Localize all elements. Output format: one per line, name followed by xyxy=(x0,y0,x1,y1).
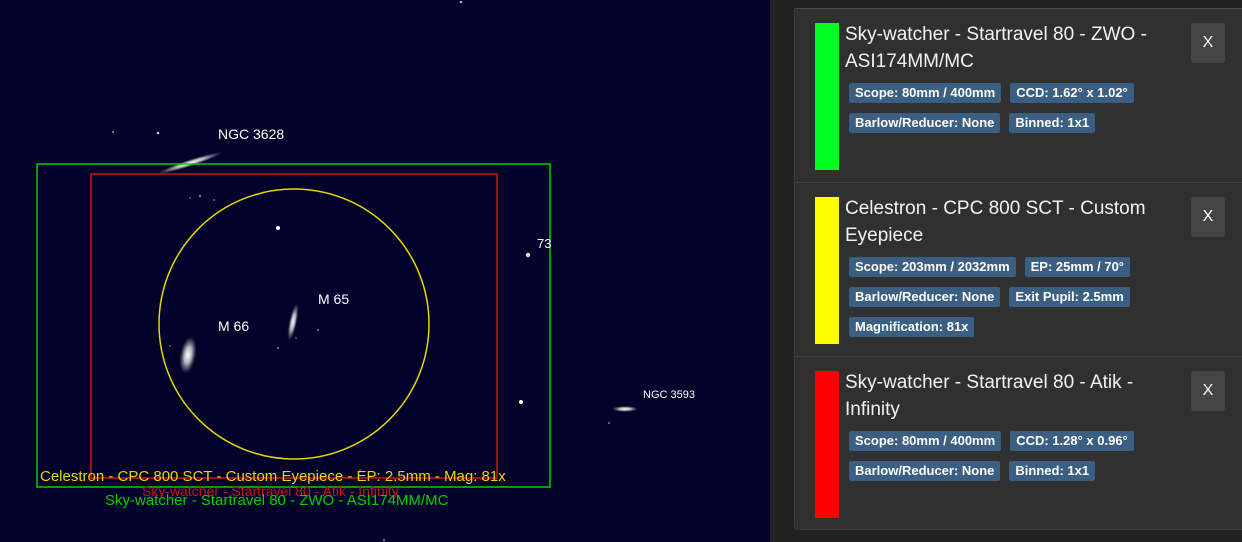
color-swatch-yellow xyxy=(815,197,839,344)
equipment-title: Celestron - CPC 800 SCT - Custom Eyepiec… xyxy=(845,198,1146,246)
label-star-73: 73 xyxy=(537,236,551,251)
star-field xyxy=(112,0,610,541)
scope-badge: Scope: 80mm / 400mm xyxy=(849,83,1002,103)
binned-badge: Binned: 1x1 xyxy=(1009,461,1096,481)
remove-equipment-button[interactable]: X xyxy=(1191,197,1225,237)
scope-badge: Scope: 203mm / 2032mm xyxy=(849,257,1016,277)
magnification-badge: Magnification: 81x xyxy=(849,317,975,337)
label-m66: M 66 xyxy=(218,318,249,334)
barlow-badge: Barlow/Reducer: None xyxy=(849,461,1001,481)
equipment-card-eyepiece: Celestron - CPC 800 SCT - Custom Eyepiec… xyxy=(795,183,1242,357)
remove-equipment-button[interactable]: X xyxy=(1191,371,1225,411)
sky-view[interactable]: NGC 3628 M 65 M 66 NGC 3593 73 Sky-watch… xyxy=(0,0,770,542)
scope-badge: Scope: 80mm / 400mm xyxy=(849,431,1002,451)
fov-label-zwo: Sky-watcher - Startravel 80 - ZWO - ASI1… xyxy=(105,492,449,509)
equipment-list: Sky-watcher - Startravel 80 - ZWO - ASI1… xyxy=(794,8,1242,530)
badge-list: Scope: 80mm / 400mm CCD: 1.62° x 1.02° B… xyxy=(849,83,1209,133)
ccd-badge: CCD: 1.62° x 1.02° xyxy=(1010,83,1134,103)
galaxy-m66-shape xyxy=(179,336,197,374)
exit-pupil-badge: Exit Pupil: 2.5mm xyxy=(1009,287,1130,307)
eyepiece-badge: EP: 25mm / 70° xyxy=(1024,257,1130,277)
label-ngc3593: NGC 3593 xyxy=(643,389,695,401)
label-m65: M 65 xyxy=(318,291,349,307)
galaxy-ngc3628-shape xyxy=(156,131,223,175)
remove-equipment-button[interactable]: X xyxy=(1191,23,1225,63)
galaxy-ngc3593-shape xyxy=(612,406,638,412)
barlow-badge: Barlow/Reducer: None xyxy=(849,113,1001,133)
barlow-badge: Barlow/Reducer: None xyxy=(849,287,1001,307)
equipment-card-atik: Sky-watcher - Startravel 80 - Atik - Inf… xyxy=(795,357,1242,527)
badge-list: Scope: 80mm / 400mm CCD: 1.28° x 0.96° B… xyxy=(849,431,1209,481)
color-swatch-red xyxy=(815,371,839,518)
galaxy-m65-shape xyxy=(287,303,299,341)
equipment-panel: Sky-watcher - Startravel 80 - ZWO - ASI1… xyxy=(770,0,1242,542)
equipment-card-zwo: Sky-watcher - Startravel 80 - ZWO - ASI1… xyxy=(795,9,1242,183)
badge-list: Scope: 203mm / 2032mm EP: 25mm / 70° Bar… xyxy=(849,257,1209,337)
color-swatch-green xyxy=(815,23,839,170)
fov-label-eyepiece: Celestron - CPC 800 SCT - Custom Eyepiec… xyxy=(40,468,506,485)
label-ngc3628: NGC 3628 xyxy=(218,126,284,142)
equipment-title: Sky-watcher - Startravel 80 - Atik - Inf… xyxy=(845,372,1134,420)
binned-badge: Binned: 1x1 xyxy=(1009,113,1096,133)
ccd-badge: CCD: 1.28° x 0.96° xyxy=(1010,431,1134,451)
sky-chart[interactable]: NGC 3628 M 65 M 66 NGC 3593 73 Sky-watch… xyxy=(0,0,770,542)
equipment-title: Sky-watcher - Startravel 80 - ZWO - ASI1… xyxy=(845,24,1147,72)
